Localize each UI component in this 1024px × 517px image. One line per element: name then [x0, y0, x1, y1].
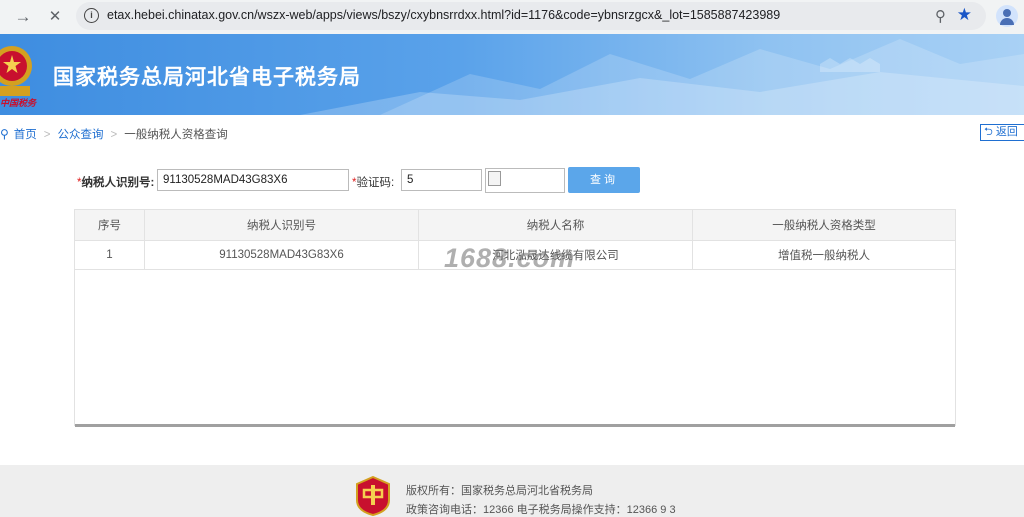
cell-index: 1 — [75, 240, 145, 270]
breadcrumb-home-link[interactable]: 首页 — [14, 129, 37, 141]
taxpayer-id-input[interactable] — [157, 169, 349, 191]
location-pin-icon: ⚲ — [0, 127, 9, 141]
url-text[interactable]: etax.hebei.chinatax.gov.cn/wszx-web/apps… — [107, 8, 780, 22]
zoom-icon[interactable]: ⚲ — [935, 7, 946, 25]
breadcrumb: ⚲ 首页 > 公众查询 > 一般纳税人资格查询 — [0, 126, 228, 142]
cell-taxpayer-id: 91130528MAD43G83X6 — [144, 240, 419, 270]
tax-bureau-logo-icon — [356, 476, 390, 516]
site-info-icon[interactable]: i — [84, 8, 99, 23]
captcha-input[interactable] — [401, 169, 482, 191]
taxpayer-id-label-text: 纳税人识别号: — [81, 177, 155, 189]
breadcrumb-current: 一般纳税人资格查询 — [124, 129, 228, 141]
column-header-taxpayer-name: 纳税人名称 — [418, 210, 693, 241]
footer-contact: 政策咨询电话：12366 电子税务局操作支持：12366 9 3 — [406, 504, 676, 516]
column-header-index: 序号 — [75, 210, 145, 241]
address-bar[interactable]: i etax.hebei.chinatax.gov.cn/wszx-web/ap… — [76, 2, 986, 30]
stop-loading-icon[interactable]: ✕ — [44, 6, 66, 28]
taxpayer-id-label: *纳税人识别号: — [77, 174, 154, 190]
profile-avatar-icon[interactable] — [996, 5, 1018, 27]
breadcrumb-separator: > — [110, 129, 118, 141]
tax-emblem-text: 中国税务 — [0, 98, 37, 108]
return-arrow-icon: ⮌ — [984, 126, 993, 138]
column-header-qualification-type: 一般纳税人资格类型 — [692, 210, 955, 241]
bookmark-star-icon[interactable]: ★ — [957, 5, 972, 25]
captcha-image[interactable] — [485, 168, 565, 193]
query-button[interactable]: 查询 — [568, 167, 640, 193]
back-button[interactable]: ⮌ 返回 — [980, 124, 1024, 141]
footer-copyright: 版权所有：国家税务总局河北省税务局 — [406, 485, 593, 497]
breadcrumb-public-query-link[interactable]: 公众查询 — [58, 129, 104, 141]
page-footer: 版权所有：国家税务总局河北省税务局 政策咨询电话：12366 电子税务局操作支持… — [0, 465, 1024, 517]
results-table: 序号 纳税人识别号 纳税人名称 一般纳税人资格类型 1 91130528MAD4… — [74, 209, 956, 427]
table-header-row: 序号 纳税人识别号 纳税人名称 一般纳税人资格类型 — [75, 210, 955, 241]
captcha-label: *验证码: — [352, 174, 394, 190]
back-button-label: 返回 — [995, 126, 1018, 138]
forward-arrow-icon[interactable]: → — [12, 6, 34, 28]
site-title: 国家税务总局河北省电子税务局 — [53, 66, 361, 89]
watermark: 1688.com — [444, 243, 576, 273]
captcha-label-text: 验证码: — [356, 177, 395, 189]
breadcrumb-separator: > — [43, 129, 51, 141]
national-emblem-icon — [0, 46, 32, 96]
cell-qualification-type: 增值税一般纳税人 — [692, 240, 955, 270]
browser-toolbar: → ✕ i etax.hebei.chinatax.gov.cn/wszx-we… — [0, 0, 1024, 34]
column-header-taxpayer-id: 纳税人识别号 — [144, 210, 419, 241]
site-header-banner: 中国税务 国家税务总局河北省电子税务局 — [0, 34, 1024, 115]
